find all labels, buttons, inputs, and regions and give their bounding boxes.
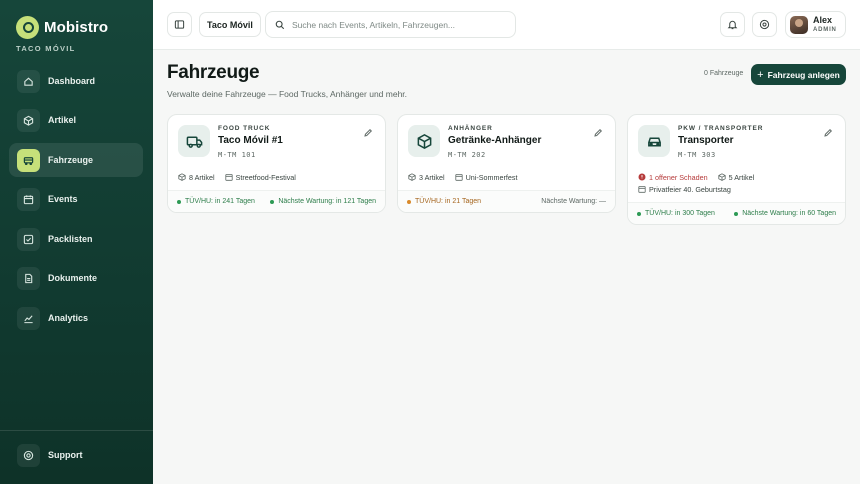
package-icon xyxy=(408,125,440,157)
vehicle-card[interactable]: FOOD TRUCK Taco Móvil #1 M-TM 101 8 Arti… xyxy=(167,114,386,213)
package-icon xyxy=(408,173,416,181)
add-vehicle-button[interactable]: + Fahrzeug anlegen xyxy=(751,64,846,85)
vehicle-name: Taco Móvil #1 xyxy=(218,135,283,146)
sidebar-item-dokumente[interactable]: Dokumente xyxy=(9,261,143,295)
plus-icon: + xyxy=(757,68,764,81)
bus-icon xyxy=(17,148,40,172)
sidebar-item-label: Support xyxy=(48,450,83,460)
sidebar-item-label: Dashboard xyxy=(48,76,96,86)
topbar: Taco Móvil Alex ADMIN xyxy=(153,0,860,50)
article-count: 8 Artikel xyxy=(189,172,215,182)
calendar-icon xyxy=(454,174,463,181)
vehicle-card[interactable]: PKW / TRANSPORTER Transporter M-TM 303 1… xyxy=(627,114,846,225)
calendar-icon xyxy=(224,174,233,181)
sidebar-item-dashboard[interactable]: Dashboard xyxy=(9,64,143,98)
chart-icon xyxy=(17,306,40,330)
package-icon xyxy=(178,173,186,181)
sidebar-divider xyxy=(0,430,153,431)
user-menu[interactable]: Alex ADMIN xyxy=(785,11,846,38)
notifications-button[interactable] xyxy=(720,12,745,37)
article-count: 5 Artikel xyxy=(728,172,755,182)
license-plate: M-TM 101 xyxy=(218,151,256,159)
vehicle-name: Transporter xyxy=(678,135,734,146)
tuv-status: TÜV/HU: in 241 Tagen xyxy=(185,198,255,205)
article-count: 3 Artikel xyxy=(419,172,445,182)
sidebar-item-label: Dokumente xyxy=(48,273,98,283)
vehicle-count: 0 Fahrzeuge xyxy=(704,70,744,77)
assigned-event: Streetfood-Festival xyxy=(235,172,296,182)
service-status: Nächste Wartung: in 121 Tagen xyxy=(278,198,376,205)
calendar-icon xyxy=(638,186,646,193)
edit-icon[interactable] xyxy=(823,128,833,138)
sidebar-item-packlisten[interactable]: Packlisten xyxy=(9,222,143,256)
page-title: Fahrzeuge xyxy=(167,62,260,83)
package-icon xyxy=(718,173,726,181)
car-icon xyxy=(638,125,670,157)
sidebar-item-artikel[interactable]: Artikel xyxy=(9,103,143,137)
assigned-event: Privatfeier 40. Geburtstag xyxy=(649,184,731,194)
license-plate: M-TM 202 xyxy=(448,151,486,159)
help-button[interactable] xyxy=(752,12,777,37)
user-name: Alex xyxy=(813,15,833,25)
help-circle-icon xyxy=(759,19,770,30)
edit-icon[interactable] xyxy=(363,128,373,138)
document-icon xyxy=(17,266,40,290)
sidebar-item-label: Packlisten xyxy=(48,234,93,244)
sidebar-item-support[interactable]: Support xyxy=(9,438,143,472)
brand[interactable]: Mobistro xyxy=(16,16,108,39)
license-plate: M-TM 303 xyxy=(678,151,716,159)
truck-icon xyxy=(178,125,210,157)
sidebar-item-label: Events xyxy=(48,194,78,204)
sidebar-item-fahrzeuge[interactable]: Fahrzeuge xyxy=(9,143,143,177)
search-bar[interactable] xyxy=(265,11,516,38)
search-icon xyxy=(275,20,285,29)
status-dot-icon xyxy=(734,211,739,216)
sidebar-item-events[interactable]: Events xyxy=(9,182,143,216)
avatar xyxy=(790,15,808,34)
checklist-icon xyxy=(17,227,40,251)
status-dot-icon xyxy=(407,199,411,204)
brand-logo-icon xyxy=(16,16,39,39)
alert-icon xyxy=(638,173,646,181)
bell-icon xyxy=(727,20,738,30)
sidebar-item-label: Analytics xyxy=(48,313,89,323)
vehicle-name: Getränke-Anhänger xyxy=(448,135,542,146)
vehicle-card[interactable]: ANHÄNGER Getränke-Anhänger M-TM 202 3 Ar… xyxy=(397,114,616,213)
vehicle-type: ANHÄNGER xyxy=(448,125,493,132)
service-status: Nächste Wartung: — xyxy=(541,198,606,205)
sidebar-item-analytics[interactable]: Analytics xyxy=(9,301,143,335)
calendar-icon xyxy=(17,187,40,211)
panel-left-icon xyxy=(174,20,185,29)
vehicle-type: FOOD TRUCK xyxy=(218,125,271,132)
workspace-switcher[interactable]: Taco Móvil xyxy=(199,12,261,37)
sidebar-item-label: Artikel xyxy=(48,115,77,125)
user-role: ADMIN xyxy=(813,27,837,33)
status-dot-icon xyxy=(270,199,275,204)
tenant-name: TACO MÓVIL xyxy=(16,44,76,53)
package-icon xyxy=(17,108,40,132)
tuv-status: TÜV/HU: in 21 Tagen xyxy=(415,198,482,205)
search-input[interactable] xyxy=(292,19,502,30)
status-dot-icon xyxy=(637,211,641,216)
add-vehicle-label: Fahrzeug anlegen xyxy=(767,69,840,80)
service-status: Nächste Wartung: in 60 Tagen xyxy=(742,210,836,217)
damage-status: 1 offener Schaden xyxy=(649,172,708,182)
assigned-event: Uni-Sommerfest xyxy=(465,172,518,182)
page-subtitle: Verwalte deine Fahrzeuge — Food Trucks, … xyxy=(167,89,408,99)
brand-name: Mobistro xyxy=(44,19,109,36)
home-icon xyxy=(17,69,40,93)
sidebar: Mobistro TACO MÓVIL Dashboard Artikel Fa… xyxy=(0,0,153,484)
edit-icon[interactable] xyxy=(593,128,603,138)
tuv-status: TÜV/HU: in 300 Tagen xyxy=(645,210,715,217)
status-dot-icon xyxy=(177,199,181,204)
sidebar-item-label: Fahrzeuge xyxy=(48,155,94,165)
help-icon xyxy=(17,443,40,467)
sidebar-toggle-button[interactable] xyxy=(167,12,192,37)
vehicle-type: PKW / TRANSPORTER xyxy=(678,125,764,132)
